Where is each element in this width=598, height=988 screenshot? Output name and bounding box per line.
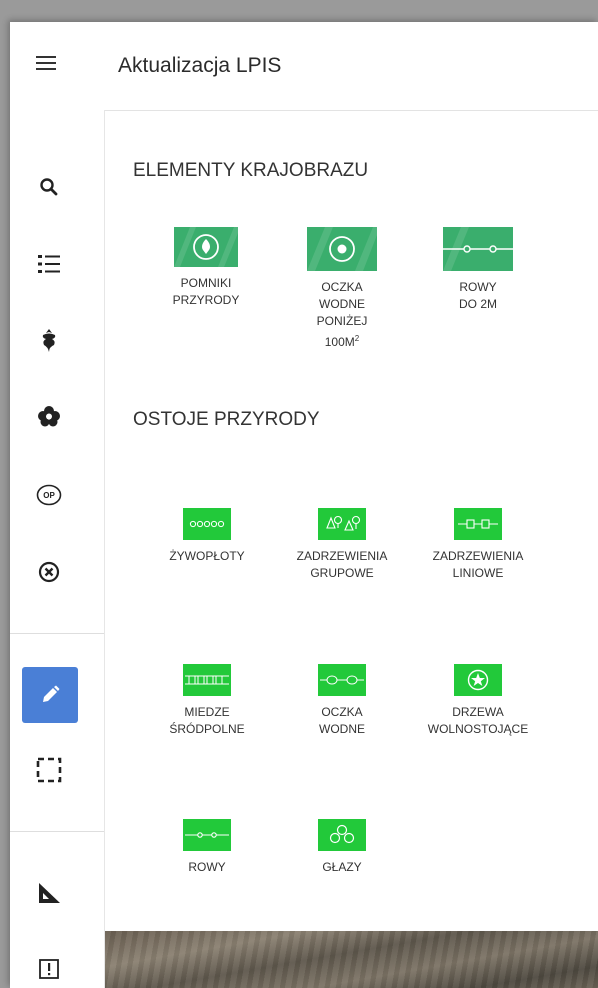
flower-icon[interactable]: [33, 401, 65, 433]
section-title-landscape: ELEMENTY KRAJOBRAZU: [133, 160, 369, 181]
legend-item-rowy-do-2m[interactable]: ROWY DO 2M: [413, 227, 543, 313]
legend-item-label: ROWY: [188, 860, 226, 874]
monument-icon: [174, 227, 238, 267]
legend-item-label: POMNIKI PRZYRODY: [172, 276, 240, 307]
section-title-refuges: OSTOJE PRZYRODY: [133, 409, 320, 430]
legend-item-oczka-wodne-ponizej[interactable]: OCZKA WODNE PONIŻEJ 100M2: [277, 227, 407, 351]
legend-item-label: MIEDZE ŚRÓDPOLNE: [169, 705, 245, 736]
app-window: Aktualizacja LPIS OP ELEMENTY KRAJOBRAZU…: [10, 22, 598, 988]
legend-item-zadrzewienia-liniowe[interactable]: ZADRZEWIENIA LINIOWE: [413, 508, 543, 582]
sidebar-divider: [10, 633, 104, 634]
hamburger-menu-icon[interactable]: [36, 56, 56, 72]
legend-item-pomniki-przyrody[interactable]: POMNIKI PRZYRODY: [141, 227, 271, 309]
superscript: 2: [354, 334, 360, 343]
legend-item-label: OCZKA WODNE: [319, 705, 365, 736]
list-icon[interactable]: [33, 248, 65, 280]
map-legend-panel: ELEMENTY KRAJOBRAZU POMNIKI PRZYRODY OCZ…: [105, 111, 598, 931]
close-circle-icon[interactable]: [33, 556, 65, 588]
legend-item-label: GŁAZY: [322, 860, 362, 874]
ditch-icon: [443, 227, 513, 271]
ditch-small-icon: [183, 819, 231, 851]
legend-item-label-main: OCZKA WODNE PONIŻEJ 100M: [316, 280, 368, 349]
legend-item-rowy[interactable]: ROWY: [142, 819, 272, 876]
page-title: Aktualizacja LPIS: [118, 54, 282, 77]
aerial-map-preview[interactable]: [105, 931, 598, 988]
pencil-icon[interactable]: [22, 667, 78, 723]
tree-group-icon: [318, 508, 366, 540]
legend-item-drzewa-wolnostojace[interactable]: DRZEWA WOLNOSTOJĄCE: [413, 664, 543, 738]
pond-icon: [307, 227, 377, 271]
plant-icon[interactable]: [33, 324, 65, 356]
legend-item-label: DRZEWA WOLNOSTOJĄCE: [427, 705, 529, 736]
search-icon[interactable]: [33, 171, 65, 203]
balk-icon: [183, 664, 231, 696]
legend-item-oczka-wodne[interactable]: OCZKA WODNE: [277, 664, 407, 738]
legend-item-label: ZADRZEWIENIA GRUPOWE: [296, 549, 388, 580]
legend-item-zadrzewienia-grupowe[interactable]: ZADRZEWIENIA GRUPOWE: [277, 508, 407, 582]
boulders-icon: [318, 819, 366, 851]
hedge-icon: [183, 508, 231, 540]
legend-item-zywoploty[interactable]: ŻYWOPŁOTY: [142, 508, 272, 565]
sidebar-divider: [10, 831, 104, 832]
app-header: Aktualizacja LPIS: [10, 22, 598, 111]
tree-line-icon: [454, 508, 502, 540]
alert-icon[interactable]: [33, 953, 65, 985]
legend-item-miedze-srodpolne[interactable]: MIEDZE ŚRÓDPOLNE: [142, 664, 272, 738]
single-tree-icon: [454, 664, 502, 696]
legend-item-glazy[interactable]: GŁAZY: [277, 819, 407, 876]
ruler-icon[interactable]: [33, 877, 65, 909]
op-icon-text: OP: [43, 491, 55, 500]
legend-item-label: ROWY DO 2M: [458, 280, 497, 311]
legend-item-label: ZADRZEWIENIA LINIOWE: [432, 549, 524, 580]
legend-item-label: OCZKA WODNE PONIŻEJ 100M2: [277, 279, 407, 351]
op-icon[interactable]: OP: [33, 479, 65, 511]
select-area-icon[interactable]: [33, 754, 65, 786]
legend-item-label: ŻYWOPŁOTY: [169, 549, 245, 563]
small-pond-icon: [318, 664, 366, 696]
sidebar: OP: [10, 110, 105, 988]
